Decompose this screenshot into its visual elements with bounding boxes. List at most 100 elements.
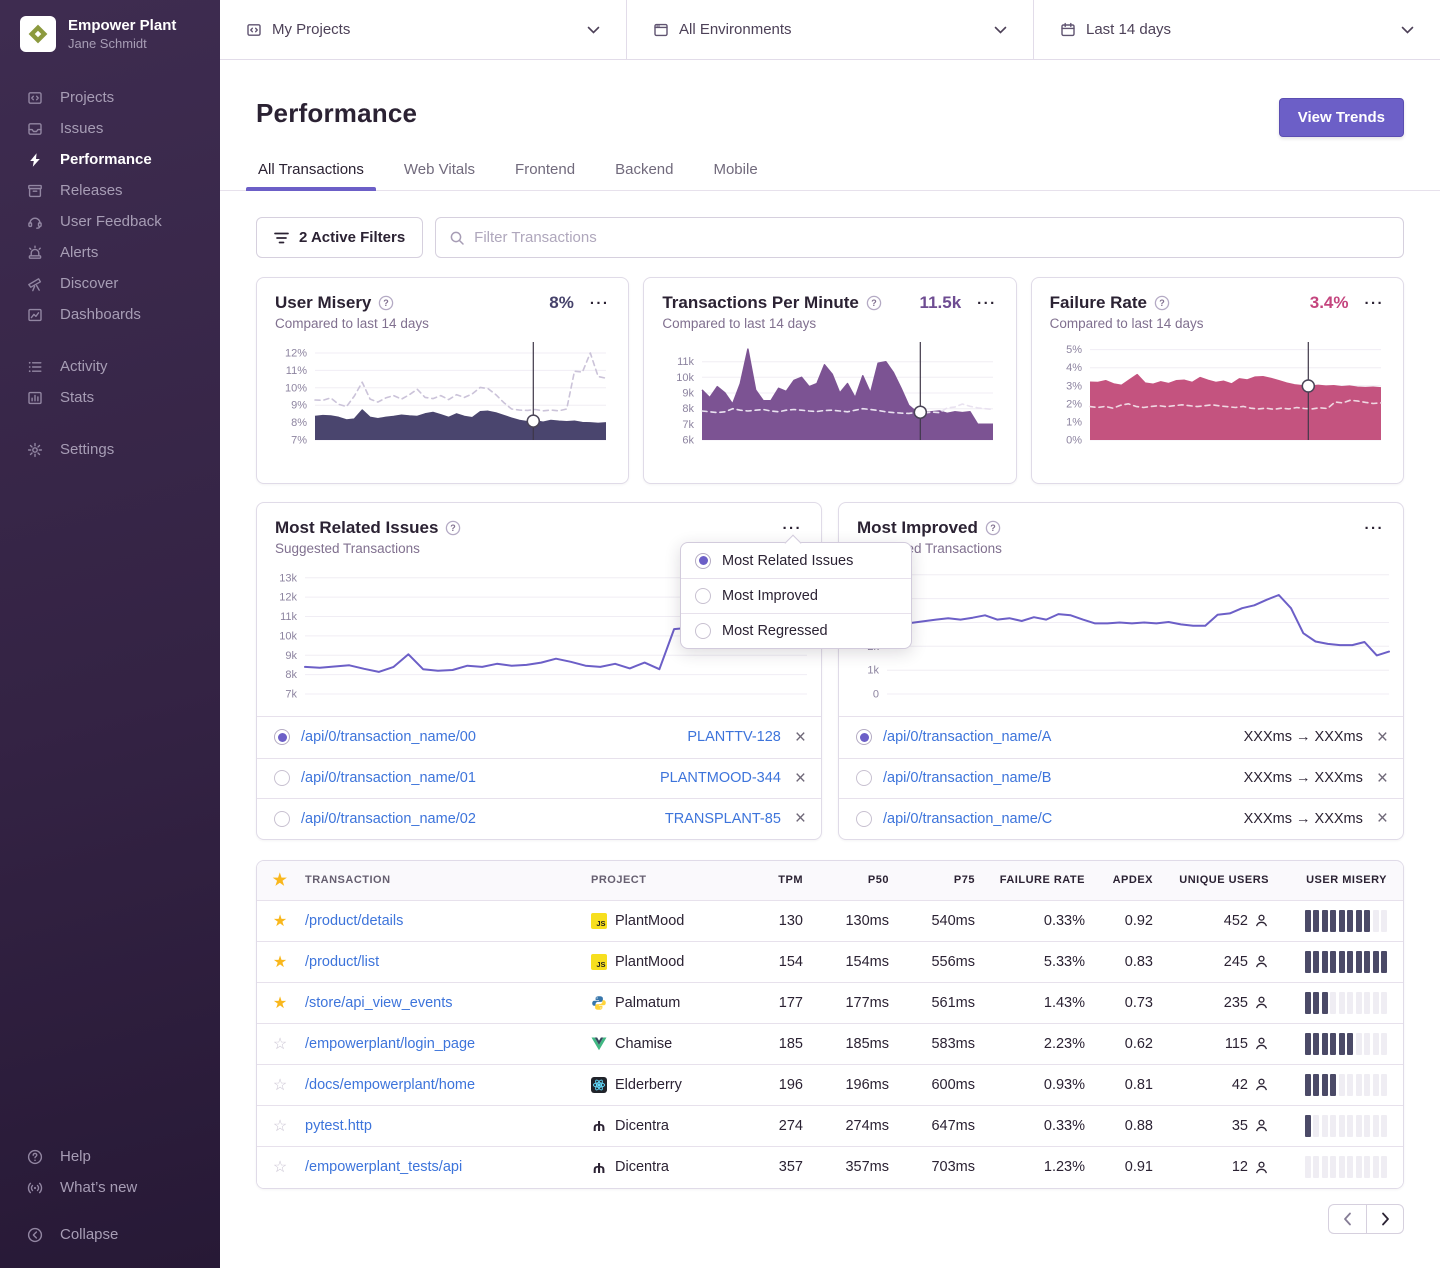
card-value: 8%: [549, 293, 574, 313]
project-cell: Palmatum: [589, 995, 739, 1011]
tab-backend[interactable]: Backend: [613, 161, 675, 190]
transaction-link[interactable]: /product/details: [305, 913, 403, 929]
question-circle-icon[interactable]: ?: [445, 520, 461, 536]
org-switcher[interactable]: Empower Plant Jane Schmidt: [0, 16, 220, 52]
sidebar-item-releases[interactable]: Releases: [0, 175, 220, 206]
project-name: Dicentra: [615, 1159, 669, 1175]
user-icon: [1254, 954, 1269, 969]
context-menu-icon[interactable]: ···: [589, 294, 611, 313]
transaction-radio[interactable]: [856, 729, 872, 745]
transaction-link[interactable]: pytest.http: [305, 1118, 372, 1134]
transaction-radio[interactable]: [274, 729, 290, 745]
transaction-link[interactable]: /api/0/transaction_name/A: [883, 729, 1233, 745]
next-page-button[interactable]: [1366, 1204, 1404, 1234]
star-icon: ★: [257, 870, 303, 890]
dropdown-item-label: Most Related Issues: [722, 553, 853, 569]
context-menu-icon[interactable]: ···: [976, 294, 998, 313]
dropdown-item-most-related-issues[interactable]: Most Related Issues: [681, 543, 911, 578]
tpm-value: 185: [739, 1036, 805, 1052]
question-circle-icon[interactable]: ?: [1154, 295, 1170, 311]
tab-all-transactions[interactable]: All Transactions: [256, 161, 366, 190]
sidebar-item-settings[interactable]: Settings: [0, 434, 220, 465]
star-outline-icon[interactable]: ☆: [257, 1075, 303, 1095]
issue-link[interactable]: PLANTMOOD-344: [660, 770, 781, 786]
question-circle-icon[interactable]: ?: [378, 295, 394, 311]
dismiss-icon[interactable]: ×: [1377, 728, 1388, 747]
transaction-radio[interactable]: [274, 811, 290, 827]
transaction-radio[interactable]: [856, 770, 872, 786]
tab-web-vitals[interactable]: Web Vitals: [402, 161, 477, 190]
project-cell: JSPlantMood: [589, 913, 739, 929]
sidebar-item-dashboards[interactable]: Dashboards: [0, 299, 220, 330]
issue-link[interactable]: TRANSPLANT-85: [665, 811, 781, 827]
transaction-link[interactable]: /api/0/transaction_name/C: [883, 811, 1233, 827]
context-menu-icon[interactable]: ···: [1364, 519, 1386, 538]
tpm-value: 274: [739, 1118, 805, 1134]
transaction-radio[interactable]: [856, 811, 872, 827]
dismiss-icon[interactable]: ×: [795, 769, 806, 788]
dismiss-icon[interactable]: ×: [795, 728, 806, 747]
svg-text:10k: 10k: [279, 630, 297, 642]
view-trends-button[interactable]: View Trends: [1279, 98, 1404, 137]
window-icon: [653, 22, 669, 38]
transaction-link[interactable]: /api/0/transaction_name/01: [301, 770, 649, 786]
sidebar-item-user-feedback[interactable]: User Feedback: [0, 206, 220, 237]
dismiss-icon[interactable]: ×: [1377, 809, 1388, 828]
star-outline-icon[interactable]: ☆: [257, 1157, 303, 1177]
tab-mobile[interactable]: Mobile: [711, 161, 759, 190]
p75-value: 647ms: [891, 1118, 977, 1134]
question-circle-icon[interactable]: ?: [985, 520, 1001, 536]
transaction-link[interactable]: /docs/empowerplant/home: [305, 1077, 475, 1093]
unique-users-value: 35: [1232, 1118, 1248, 1134]
sidebar-item-alerts[interactable]: Alerts: [0, 237, 220, 268]
dismiss-icon[interactable]: ×: [1377, 769, 1388, 788]
last-14-days-selector[interactable]: Last 14 days: [1034, 0, 1440, 59]
all-environments-selector[interactable]: All Environments: [627, 0, 1034, 59]
star-outline-icon[interactable]: ☆: [257, 1116, 303, 1136]
transaction-link[interactable]: /api/0/transaction_name/02: [301, 811, 654, 827]
star-outline-icon[interactable]: ☆: [257, 1034, 303, 1054]
unique-users-cell: 42: [1155, 1077, 1271, 1093]
transaction-link[interactable]: /empowerplant_tests/api: [305, 1159, 462, 1175]
sidebar-item-discover[interactable]: Discover: [0, 268, 220, 299]
star-filled-icon[interactable]: ★: [257, 911, 303, 931]
sidebar-item-label: Dashboards: [60, 305, 141, 324]
card-title: Transactions Per Minute?: [662, 293, 882, 313]
collapse-sidebar-button[interactable]: Collapse: [0, 1219, 220, 1250]
dropdown-item-most-improved[interactable]: Most Improved: [681, 578, 911, 613]
transaction-radio[interactable]: [274, 770, 290, 786]
sidebar-item-what-s-new[interactable]: What’s new: [0, 1172, 220, 1203]
col-apdex: APDEX: [1087, 874, 1155, 886]
project-cell: Elderberry: [589, 1077, 739, 1093]
transaction-link[interactable]: /empowerplant/login_page: [305, 1036, 475, 1052]
context-menu-icon[interactable]: ···: [1364, 294, 1386, 313]
dismiss-icon[interactable]: ×: [795, 809, 806, 828]
question-circle-icon[interactable]: ?: [866, 295, 882, 311]
my-projects-selector[interactable]: My Projects: [220, 0, 627, 59]
tpm-value: 196: [739, 1077, 805, 1093]
star-filled-icon[interactable]: ★: [257, 993, 303, 1013]
sidebar-item-activity[interactable]: Activity: [0, 351, 220, 382]
most-improved-card: Most Improved?···Suggested Transactions5…: [838, 502, 1404, 840]
unique-users-cell: 35: [1155, 1118, 1271, 1134]
issue-link[interactable]: PLANTTV-128: [687, 729, 781, 745]
sidebar-item-help[interactable]: Help: [0, 1141, 220, 1172]
transaction-link[interactable]: /store/api_view_events: [305, 995, 453, 1011]
svg-text:12k: 12k: [279, 592, 297, 604]
transaction-search-input[interactable]: [474, 229, 1390, 246]
tab-frontend[interactable]: Frontend: [513, 161, 577, 190]
sidebar-item-performance[interactable]: Performance: [0, 144, 220, 175]
previous-page-button[interactable]: [1328, 1204, 1366, 1234]
sidebar-item-projects[interactable]: Projects: [0, 82, 220, 113]
transaction-link[interactable]: /api/0/transaction_name/B: [883, 770, 1233, 786]
filter-icon: [274, 232, 289, 244]
project-cell: JSPlantMood: [589, 954, 739, 970]
sidebar-item-issues[interactable]: Issues: [0, 113, 220, 144]
dropdown-item-most-regressed[interactable]: Most Regressed: [681, 613, 911, 648]
sidebar-item-stats[interactable]: Stats: [0, 382, 220, 413]
svg-text:8k: 8k: [285, 669, 297, 681]
star-filled-icon[interactable]: ★: [257, 952, 303, 972]
transaction-link[interactable]: /api/0/transaction_name/00: [301, 729, 676, 745]
transaction-link[interactable]: /product/list: [305, 954, 379, 970]
active-filters-button[interactable]: 2 Active Filters: [256, 217, 423, 258]
